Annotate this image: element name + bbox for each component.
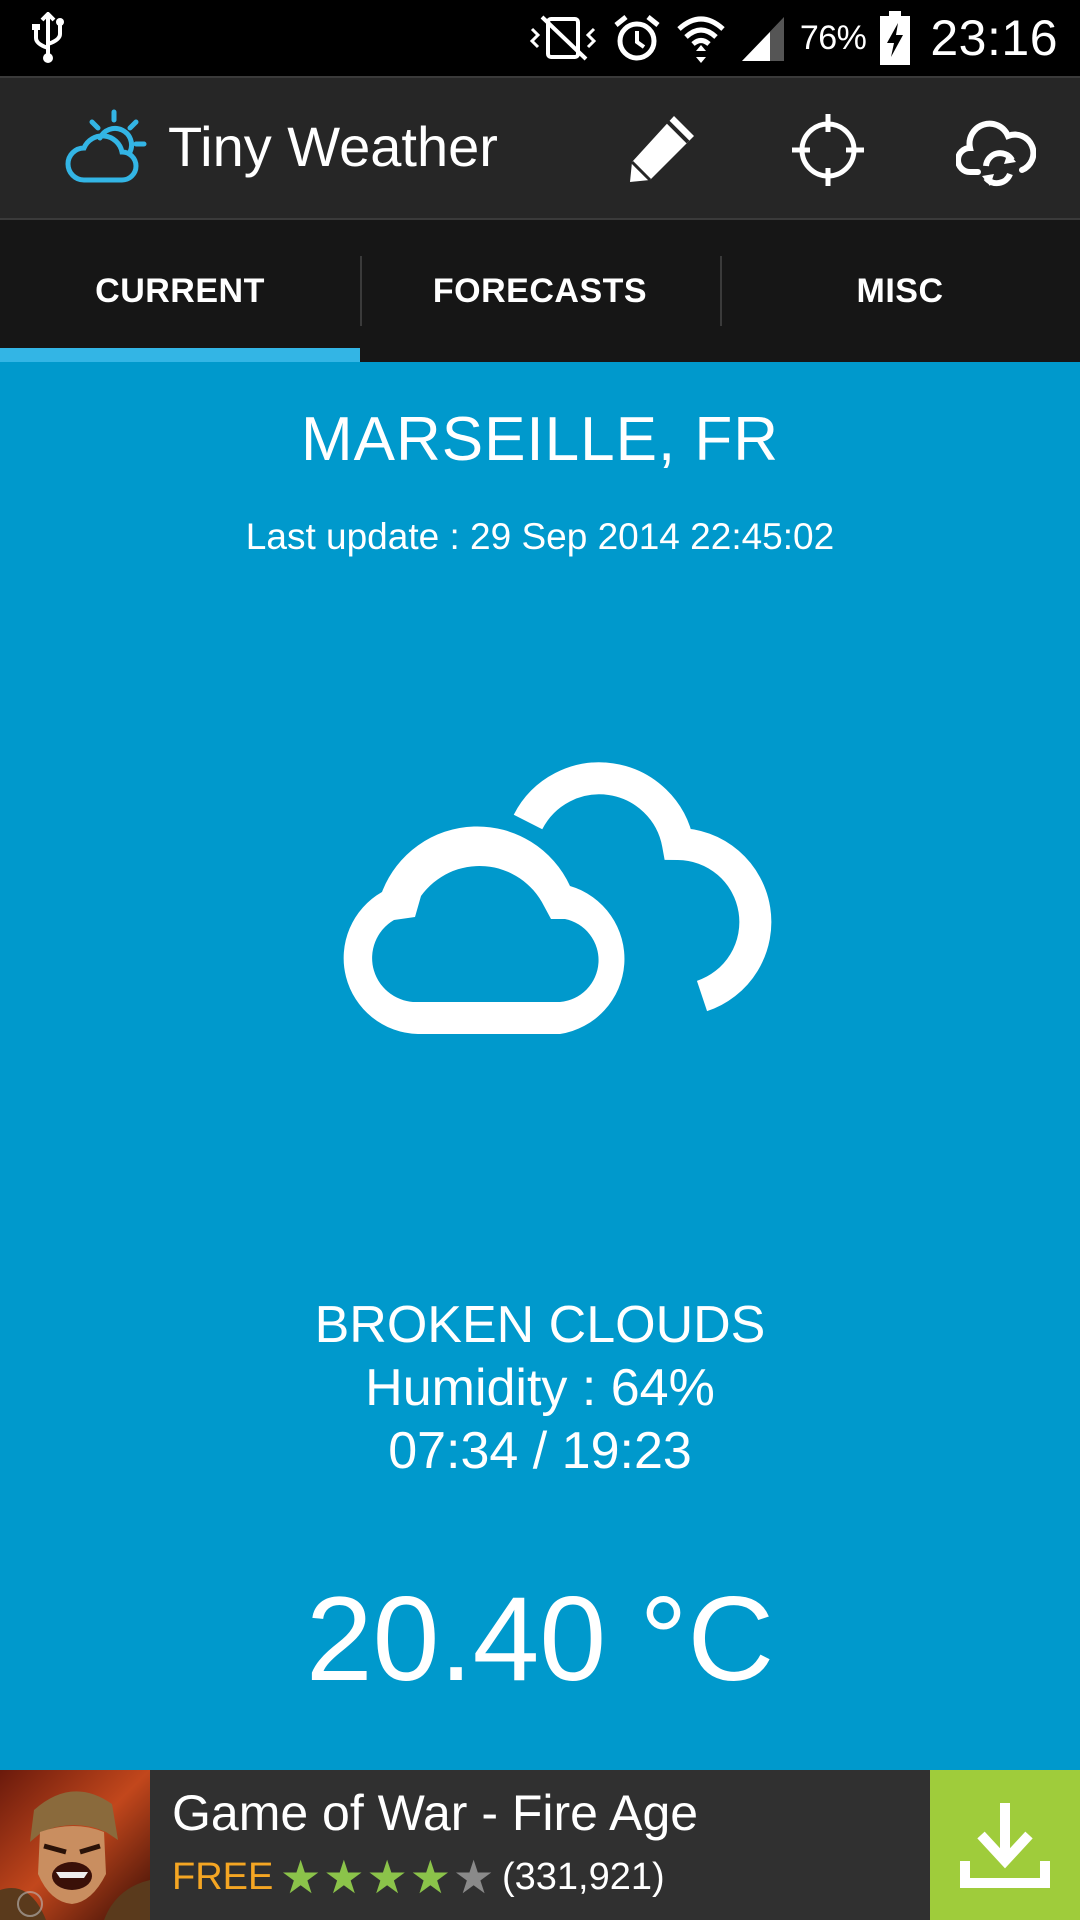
condition-details: BROKEN CLOUDS Humidity : 64% 07:34 / 19:… (0, 1294, 1080, 1483)
alarm-icon (614, 15, 660, 61)
tab-current-label: CURRENT (95, 271, 265, 310)
action-bar: Tiny Weather (0, 76, 1080, 220)
ad-review-count: (331,921) (502, 1856, 665, 1898)
battery-charging-icon (880, 11, 911, 65)
tab-current[interactable]: CURRENT (0, 220, 360, 362)
tab-misc-label: MISC (856, 271, 944, 310)
refresh-button[interactable] (950, 104, 1042, 196)
star-icon: ★ (323, 1851, 365, 1903)
tab-forecasts-label: FORECASTS (432, 271, 648, 310)
star-icon: ★ (366, 1851, 408, 1903)
last-update: Last update : 29 Sep 2014 22:45:02 (245, 516, 835, 557)
ad-rating-stars: ★ ★ ★ ★ ★ (280, 1854, 494, 1900)
usb-icon (32, 12, 64, 63)
tab-forecasts[interactable]: FORECASTS (360, 220, 720, 362)
tab-bar: CURRENT FORECASTS MISC (0, 220, 1080, 362)
broken-clouds-icon (343, 762, 772, 1034)
city-name: MARSEILLE, FR (300, 405, 780, 474)
star-icon: ★ (280, 1851, 322, 1903)
locate-button[interactable] (782, 104, 874, 196)
ad-title[interactable]: Game of War - Fire Age (172, 1784, 698, 1842)
current-weather-panel: MARSEILLE, FR Last update : 29 Sep 2014 … (0, 362, 1080, 1770)
vibrate-mute-icon (529, 15, 596, 61)
humidity-text: Humidity : 64% (365, 1359, 715, 1417)
temperature: 20.40 °C (305, 1572, 775, 1706)
download-icon (960, 1803, 1050, 1888)
cloud-refresh-icon (956, 120, 1036, 187)
signal-icon (741, 17, 784, 61)
battery-percent: 76% (799, 18, 867, 57)
tab-selected-indicator (0, 348, 360, 362)
ad-download-button[interactable] (930, 1770, 1080, 1920)
pencil-icon (630, 116, 694, 182)
star-empty-icon: ★ (453, 1851, 495, 1903)
partly-cloudy-sun-icon (65, 109, 147, 183)
status-time: 23:16 (930, 10, 1058, 66)
condition-text: BROKEN CLOUDS (314, 1296, 766, 1354)
tab-misc[interactable]: MISC (720, 220, 1080, 362)
ad-price: FREE (172, 1856, 274, 1898)
status-bar: 76% 23:16 (0, 0, 1080, 76)
status-icons: 76% 23:16 (528, 8, 1058, 68)
wifi-icon (677, 16, 725, 63)
app-title: Tiny Weather (168, 115, 498, 178)
star-icon: ★ (409, 1851, 451, 1903)
ad-app-thumbnail[interactable] (0, 1770, 150, 1920)
screen: 76% 23:16 Tiny Weather CURRENT FORECASTS… (0, 0, 1080, 1920)
sunrise-sunset-text: 07:34 / 19:23 (388, 1422, 692, 1480)
ad-banner[interactable]: Game of War - Fire Age FREE ★ ★ ★ ★ ★ (3… (0, 1770, 1080, 1920)
warrior-thumbnail-icon (0, 1770, 150, 1920)
edit-button[interactable] (614, 104, 706, 196)
crosshair-icon (792, 114, 864, 186)
